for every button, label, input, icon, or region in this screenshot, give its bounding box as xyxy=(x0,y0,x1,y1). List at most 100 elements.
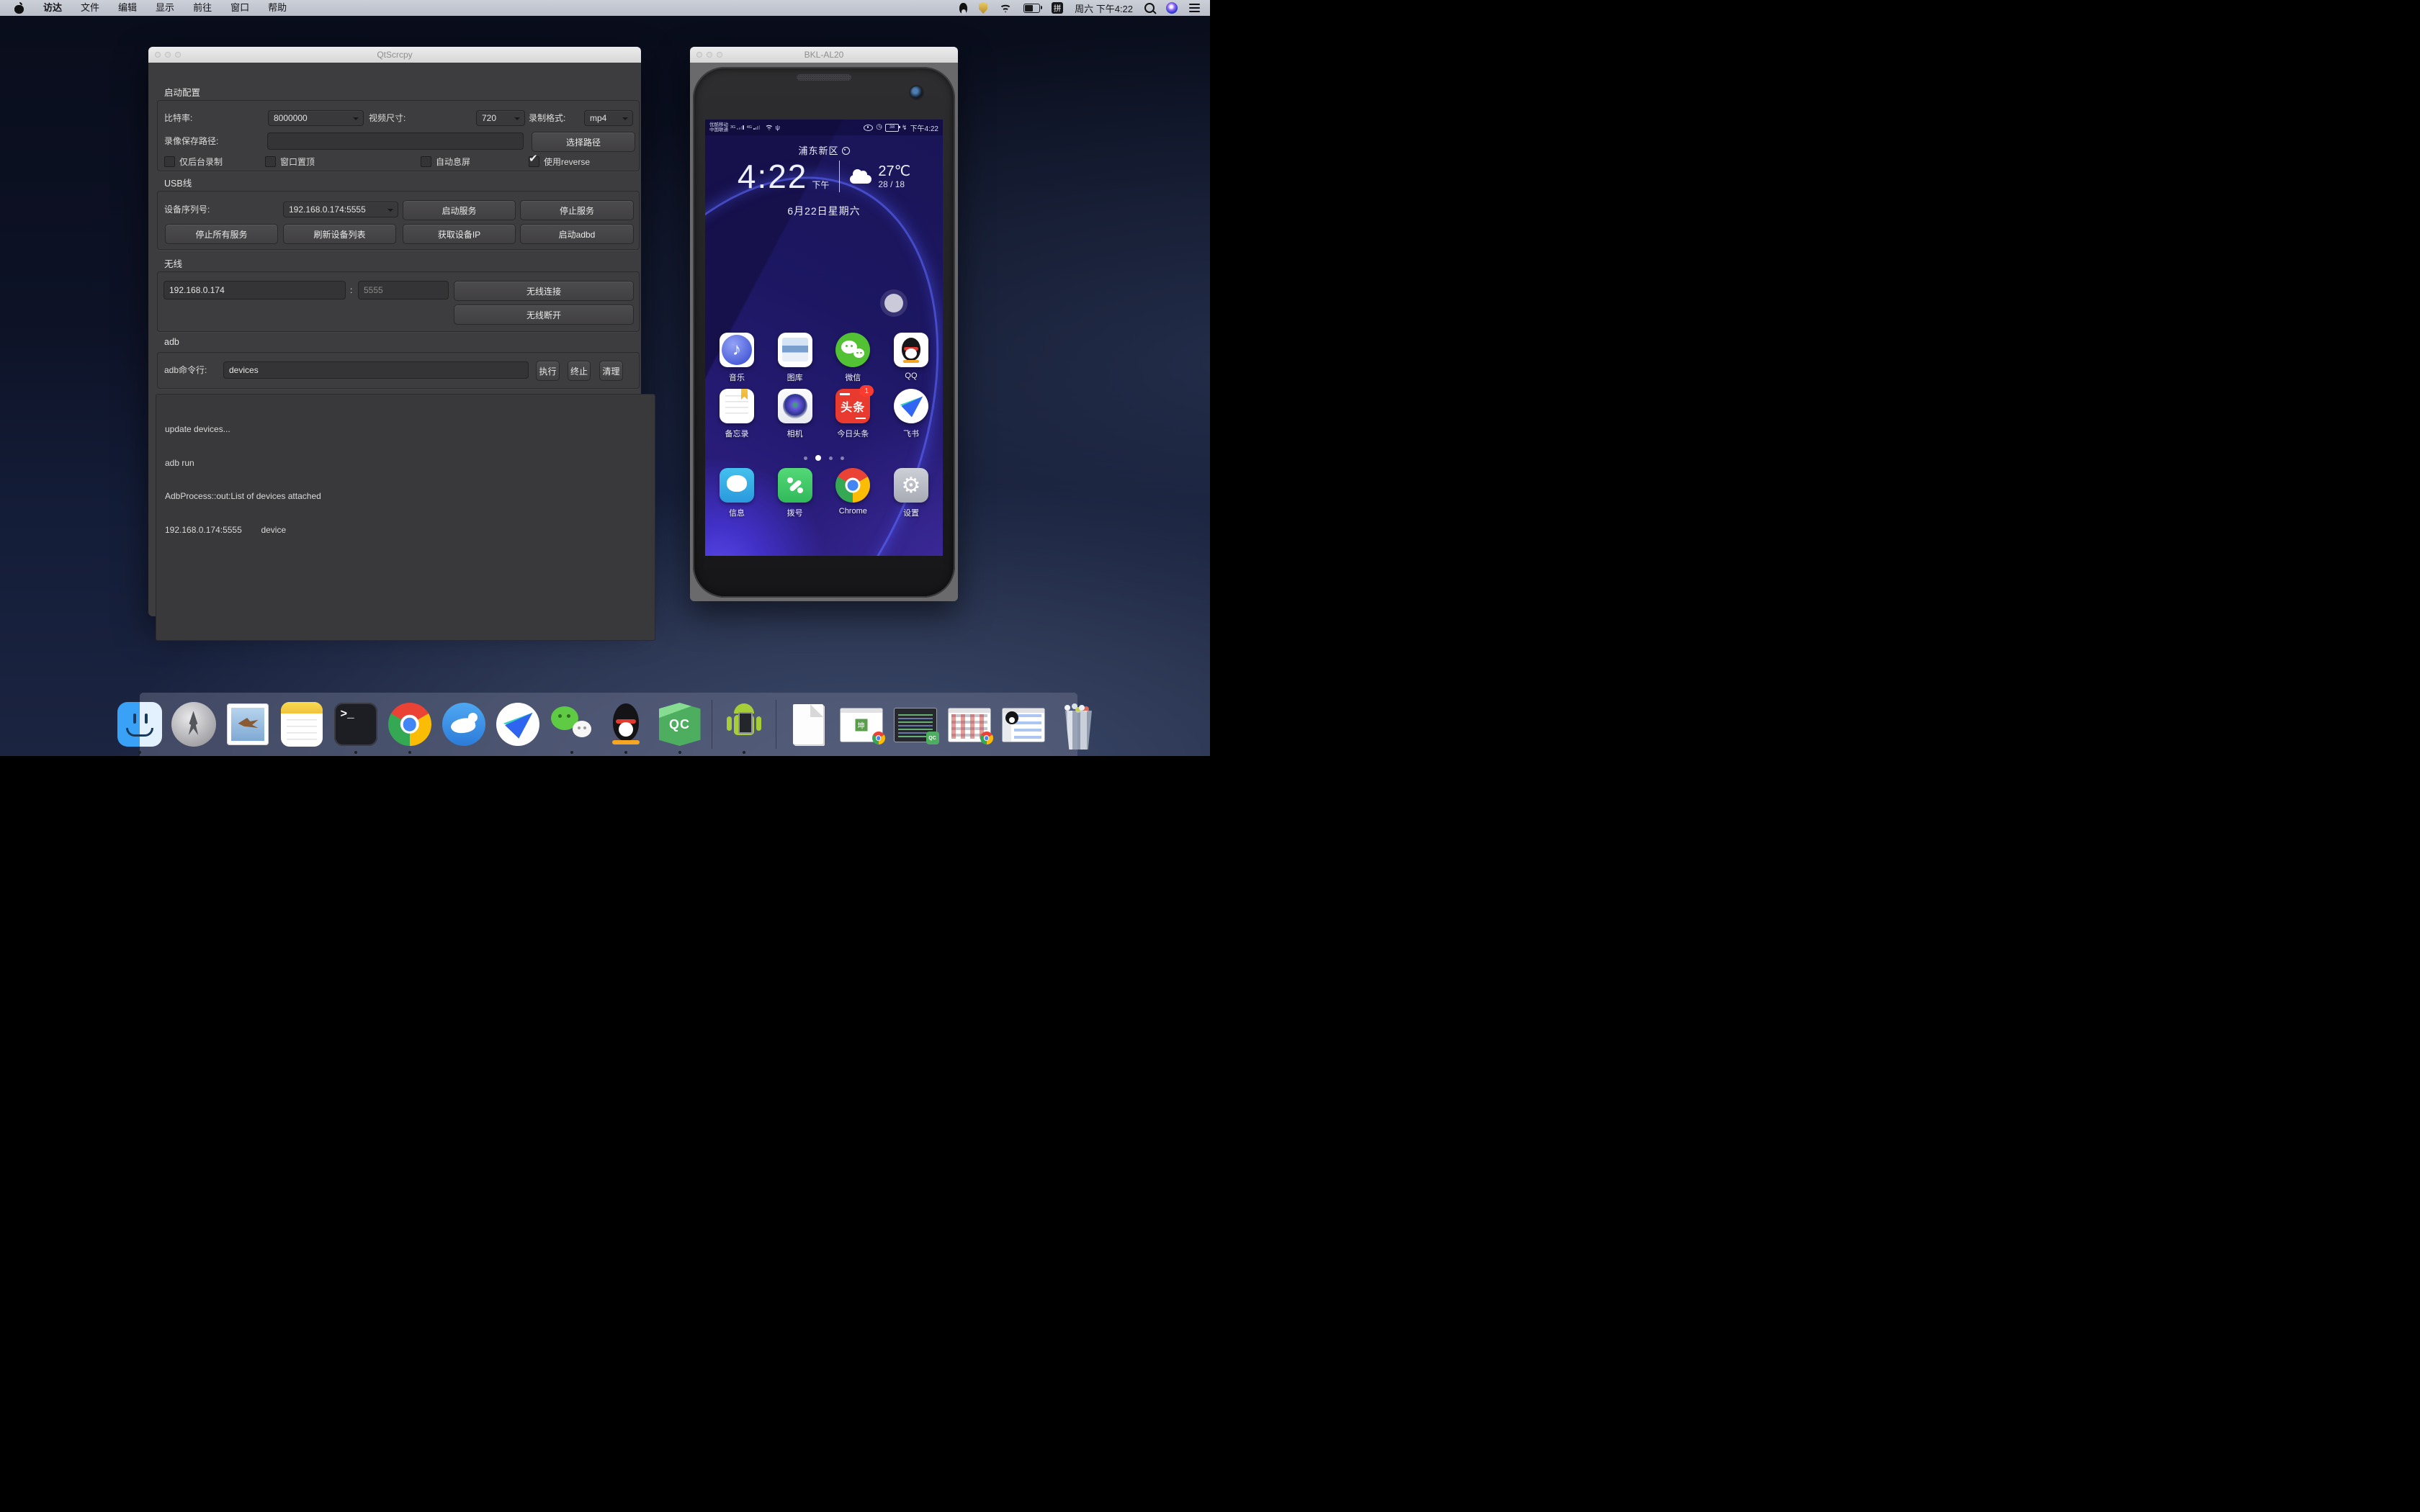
dock-paper-plane-app-icon[interactable] xyxy=(496,702,540,747)
menu-finder[interactable]: 访达 xyxy=(34,0,71,16)
assistive-floating-ball[interactable] xyxy=(884,294,903,312)
wireless-connect-button[interactable]: 无线连接 xyxy=(454,281,634,301)
section-adb: adb xyxy=(164,337,179,347)
menu-help[interactable]: 帮助 xyxy=(259,0,296,16)
stop-all-services-button[interactable]: 停止所有服务 xyxy=(165,224,278,244)
dock-notes-icon[interactable] xyxy=(279,702,324,747)
checkbox-background-record[interactable]: 仅后台录制 xyxy=(164,156,223,168)
traffic-light-buttons[interactable] xyxy=(155,52,181,58)
stop-service-button[interactable]: 停止服务 xyxy=(520,200,634,220)
notification-center-icon[interactable] xyxy=(1189,4,1200,12)
checkbox-box[interactable] xyxy=(164,156,175,167)
dock-launchpad-icon[interactable] xyxy=(171,702,216,747)
phone-app-chrome[interactable]: Chrome xyxy=(825,468,881,518)
qtscrcpy-window: QtScrcpy 启动配置 比特率: 8000000 视频尺寸: 720 录制格… xyxy=(148,47,641,616)
location-row[interactable]: 浦东新区 xyxy=(705,143,943,158)
apple-menu-icon[interactable] xyxy=(14,3,24,14)
dock-qtscrcpy-icon[interactable]: QC xyxy=(658,702,702,747)
zoom-button[interactable] xyxy=(717,52,722,58)
checkbox-window-on-top[interactable]: 窗口置顶 xyxy=(265,156,315,168)
start-service-button[interactable]: 启动服务 xyxy=(403,200,516,220)
siri-icon[interactable] xyxy=(1166,2,1178,14)
minimize-button[interactable] xyxy=(165,52,171,58)
dock-terminal-icon[interactable]: >_ xyxy=(333,702,378,747)
dock-wechat-icon[interactable] xyxy=(550,702,594,747)
phone-app-qq[interactable]: QQ xyxy=(883,333,939,383)
alarm-clock-icon: ◷ xyxy=(876,124,882,131)
adb-command-input[interactable] xyxy=(223,361,529,379)
refresh-device-list-button[interactable]: 刷新设备列表 xyxy=(283,224,396,244)
adb-stop-button[interactable]: 终止 xyxy=(568,361,591,381)
choose-path-button[interactable]: 选择路径 xyxy=(532,132,635,152)
phone-app-settings[interactable]: ⚙ 设置 xyxy=(883,468,939,518)
input-method-icon[interactable]: 拼 xyxy=(1052,2,1063,14)
phone-app-music[interactable]: ♪ 音乐 xyxy=(709,333,765,383)
qtscrcpy-title-bar[interactable]: QtScrcpy xyxy=(148,47,641,63)
home-page-dots[interactable] xyxy=(705,455,943,461)
dock-minimized-chat-window[interactable] xyxy=(1002,702,1047,747)
shield-status-icon[interactable] xyxy=(979,2,987,14)
menu-file[interactable]: 文件 xyxy=(71,0,109,16)
video-size-combobox[interactable]: 720 xyxy=(476,110,525,126)
phone-status-time: 下午4:22 xyxy=(910,122,938,133)
checkbox-box[interactable] xyxy=(421,156,431,167)
section-usb: USB线 xyxy=(164,176,192,189)
log-line: adb run xyxy=(165,458,646,469)
record-format-combobox[interactable]: mp4 xyxy=(584,110,633,126)
menu-bar-clock[interactable]: 周六 下午4:22 xyxy=(1075,1,1133,15)
dock-minimized-web-window[interactable] xyxy=(948,702,992,747)
dock-qq-icon[interactable] xyxy=(604,702,648,747)
phone-app-messages[interactable]: 信息 xyxy=(709,468,765,518)
phone-app-gallery[interactable]: 图库 xyxy=(767,333,823,383)
menu-window[interactable]: 窗口 xyxy=(221,0,259,16)
phone-window-title-bar[interactable]: BKL-AL20 xyxy=(690,47,958,63)
checkbox-use-reverse[interactable]: ✔ 使用reverse xyxy=(529,156,590,168)
app-grid-row1: ♪ 音乐 图库 微信 QQ xyxy=(709,333,939,383)
dock-android-tool-icon[interactable] xyxy=(722,702,766,747)
menu-go[interactable]: 前往 xyxy=(184,0,221,16)
start-adbd-button[interactable]: 启动adbd xyxy=(520,224,634,244)
dock-trash-icon[interactable] xyxy=(1056,702,1101,747)
bitrate-combobox[interactable]: 8000000 xyxy=(268,110,364,126)
adb-clear-button[interactable]: 清理 xyxy=(599,361,623,381)
app-label: 音乐 xyxy=(729,372,745,383)
dock-minimized-code-window[interactable]: QC xyxy=(894,702,938,747)
phone-screen[interactable]: 优酷移动 中国联通 3G 4G ψ ◷ xyxy=(705,120,943,556)
current-page-dot xyxy=(815,455,821,461)
traffic-light-buttons[interactable] xyxy=(696,52,722,58)
record-path-input[interactable] xyxy=(267,132,524,150)
battery-status-icon[interactable] xyxy=(1023,4,1040,13)
checkbox-box-checked[interactable]: ✔ xyxy=(529,156,539,167)
phone-app-wechat[interactable]: 微信 xyxy=(825,333,881,383)
get-device-ip-button[interactable]: 获取设备IP xyxy=(403,224,516,244)
checkbox-auto-screen-off[interactable]: 自动息屏 xyxy=(421,156,470,168)
dock-finder-icon[interactable] xyxy=(117,702,162,747)
dock-document-stack-icon[interactable] xyxy=(786,702,830,747)
phone-app-feishu[interactable]: 飞书 xyxy=(883,389,939,439)
clock-weather-widget[interactable]: 4:22 下午 27℃ 28 / 18 xyxy=(705,157,943,196)
wireless-disconnect-button[interactable]: 无线断开 xyxy=(454,305,634,325)
dock-minimized-chrome-window[interactable]: 坤 xyxy=(840,702,884,747)
phone-app-camera[interactable]: 相机 xyxy=(767,389,823,439)
zoom-button[interactable] xyxy=(175,52,181,58)
menu-view[interactable]: 显示 xyxy=(146,0,184,16)
dock-seal-app-icon[interactable] xyxy=(442,702,486,747)
phone-app-dialer[interactable]: 拨号 xyxy=(767,468,823,518)
phone-app-memo[interactable]: 备忘录 xyxy=(709,389,765,439)
phone-app-toutiao[interactable]: 头条 1 今日头条 xyxy=(825,389,881,439)
dock-chrome-icon[interactable] xyxy=(387,702,432,747)
close-button[interactable] xyxy=(155,52,161,58)
wireless-ip-input[interactable] xyxy=(163,281,346,300)
section-wireless: 无线 xyxy=(164,256,182,270)
close-button[interactable] xyxy=(696,52,702,58)
device-serial-combobox[interactable]: 192.168.0.174:5555 xyxy=(283,202,398,217)
adb-run-button[interactable]: 执行 xyxy=(536,361,560,381)
wireless-port-input[interactable] xyxy=(358,281,449,300)
wifi-status-icon[interactable] xyxy=(999,4,1012,13)
spotlight-search-icon[interactable] xyxy=(1144,3,1155,13)
qq-status-icon[interactable] xyxy=(959,3,967,14)
checkbox-box[interactable] xyxy=(265,156,276,167)
menu-edit[interactable]: 编辑 xyxy=(109,0,146,16)
minimize-button[interactable] xyxy=(707,52,712,58)
dock-mail-icon[interactable] xyxy=(225,702,270,747)
